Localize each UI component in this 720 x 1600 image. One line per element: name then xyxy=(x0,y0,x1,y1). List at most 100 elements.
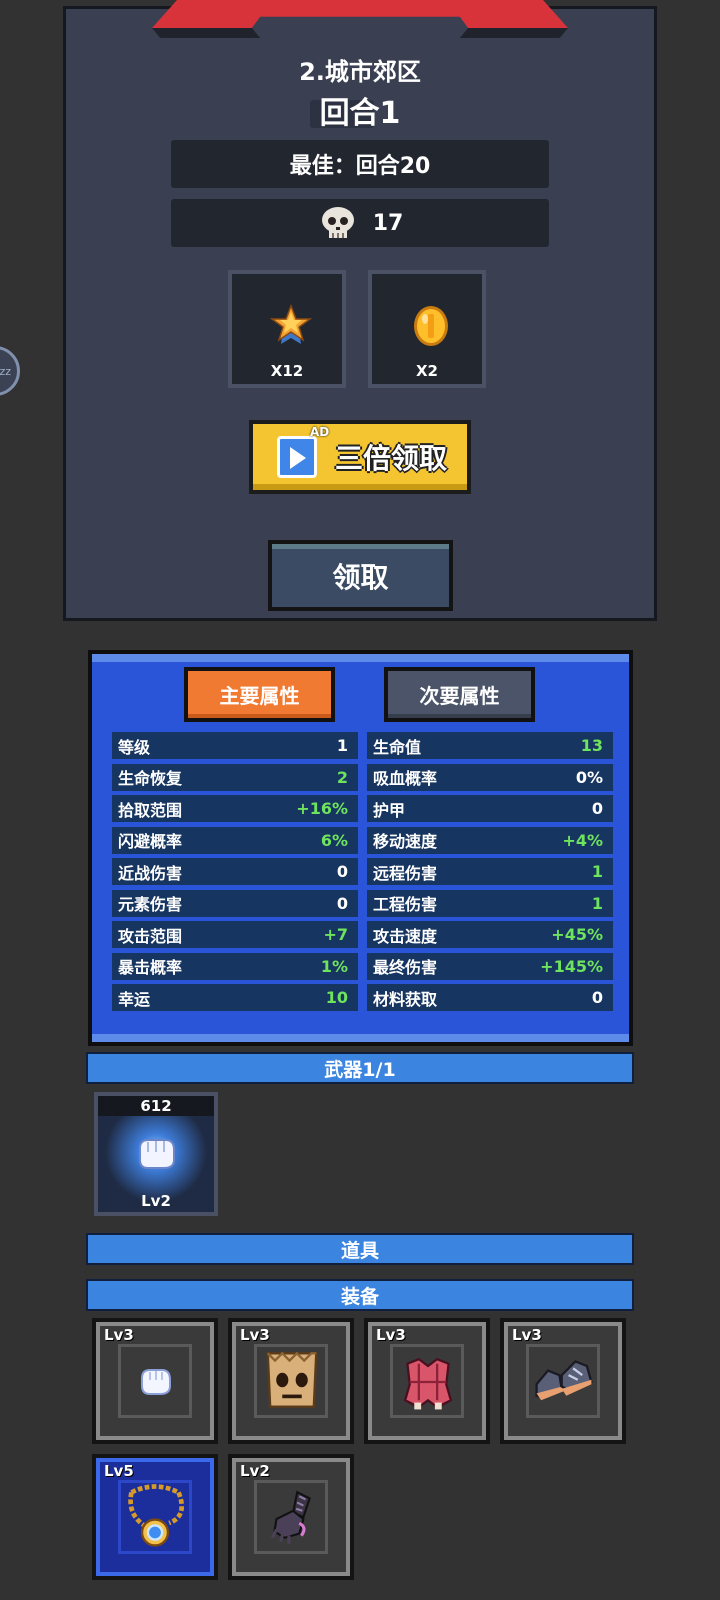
amulet-icon xyxy=(128,1484,185,1547)
stat-name: 吸血概率 xyxy=(373,769,438,788)
stat-row: 元素伤害 0 xyxy=(112,889,358,917)
video-ad-icon: AD xyxy=(277,425,329,478)
equipment-header-label: 装备 xyxy=(340,1285,379,1308)
gold-coin-icon xyxy=(414,306,448,346)
equipment-slot-mask[interactable]: Lv3 xyxy=(228,1318,354,1444)
stat-name: 元素伤害 xyxy=(118,895,183,914)
stat-row: 暴击概率 1% xyxy=(112,952,358,980)
star-medal-icon xyxy=(269,304,313,344)
stat-value: +4% xyxy=(562,830,603,850)
stat-value: +16% xyxy=(296,799,348,818)
stat-row: 幸运 10 xyxy=(112,984,358,1011)
reward-qty: X12 xyxy=(270,362,304,380)
equipment-slot-glove[interactable]: Lv3 xyxy=(92,1318,218,1444)
red-armor-icon xyxy=(403,1357,453,1410)
triple-claim-label: 三倍领取 xyxy=(335,442,448,475)
stat-name: 幸运 xyxy=(118,989,151,1009)
tab-secondary-attributes[interactable]: 次要属性 xyxy=(384,667,535,722)
stat-row: 远程伤害 1 xyxy=(367,858,613,885)
stat-value: 2 xyxy=(336,767,348,787)
stat-value: 1 xyxy=(336,736,348,755)
stat-row: 生命恢复 2 xyxy=(112,763,358,791)
stat-name: 工程伤害 xyxy=(373,895,438,914)
stat-row: 生命值 13 xyxy=(367,732,613,759)
items-header: 道具 xyxy=(86,1233,634,1265)
stat-name: 材料获取 xyxy=(373,989,438,1009)
ad-tag: AD xyxy=(310,425,330,439)
weapon-slot[interactable]: 612 Lv2 xyxy=(94,1092,218,1216)
floating-assist-button[interactable]: zz xyxy=(0,346,20,396)
stat-row: 拾取范围 +16% xyxy=(112,795,358,822)
equipment-slot-gauntlet[interactable]: Lv2 xyxy=(228,1454,354,1580)
stat-row: 近战伤害 0 xyxy=(112,858,358,885)
equipment-slot-armor[interactable]: Lv3 xyxy=(364,1318,490,1444)
stat-row: 护甲 0 xyxy=(367,795,613,822)
round-label: 回合1 xyxy=(319,96,401,131)
stat-name: 等级 xyxy=(118,737,151,757)
weapons-header: 武器1/1 xyxy=(86,1052,634,1084)
dark-gauntlet-icon xyxy=(270,1490,311,1544)
stat-value: +145% xyxy=(540,956,603,976)
stat-name: 移动速度 xyxy=(373,832,438,851)
reward-slot-coin: X2 xyxy=(368,270,486,388)
items-header-label: 道具 xyxy=(340,1239,379,1262)
equipment-slot-amulet[interactable]: Lv5 xyxy=(92,1454,218,1580)
stat-name: 护甲 xyxy=(373,800,406,820)
stat-value: 0 xyxy=(336,893,348,913)
stat-value: 6% xyxy=(320,830,348,850)
claim-button[interactable]: 领取 xyxy=(268,540,453,611)
stat-value: +45% xyxy=(551,925,603,944)
stat-name: 远程伤害 xyxy=(373,863,438,883)
equipment-level: Lv2 xyxy=(240,1462,270,1480)
equipment-header: 装备 xyxy=(86,1279,634,1311)
tab-label: 次要属性 xyxy=(419,684,500,708)
best-round-bar: 最佳：回合20 xyxy=(171,140,549,188)
stat-value: +7 xyxy=(323,925,348,944)
weapons-header-label: 武器1/1 xyxy=(324,1058,396,1081)
equipment-slot-shoes[interactable]: Lv3 xyxy=(500,1318,626,1444)
stat-name: 最终伤害 xyxy=(373,958,438,977)
equipment-level: Lv3 xyxy=(512,1326,542,1344)
tab-primary-attributes[interactable]: 主要属性 xyxy=(184,667,335,722)
stat-value: 10 xyxy=(325,988,348,1007)
stat-value: 1% xyxy=(320,956,348,976)
skull-icon xyxy=(317,205,359,241)
stat-row: 吸血概率 0% xyxy=(367,763,613,791)
triple-claim-ad-button[interactable]: AD 三倍领取 xyxy=(249,420,471,494)
weapon-level: Lv2 xyxy=(141,1192,171,1210)
stat-name: 拾取范围 xyxy=(118,800,183,820)
stat-value: 1 xyxy=(591,893,603,913)
stat-row: 材料获取 0 xyxy=(367,984,613,1011)
stat-value: 0% xyxy=(575,767,603,787)
stat-name: 生命值 xyxy=(373,737,422,757)
equipment-level: Lv3 xyxy=(104,1326,134,1344)
assist-bubble-text: zz xyxy=(0,364,11,378)
reward-qty: X2 xyxy=(415,362,438,380)
best-round-label: 最佳：回合20 xyxy=(289,154,431,179)
sneakers-icon xyxy=(535,1360,593,1401)
paper-bag-mask-icon xyxy=(266,1351,318,1408)
reward-slot-star: X12 xyxy=(228,270,346,388)
fist-icon xyxy=(139,1139,175,1169)
stat-value: 0 xyxy=(591,799,603,818)
stat-name: 攻击速度 xyxy=(373,926,438,946)
stat-row: 工程伤害 1 xyxy=(367,889,613,917)
play-icon xyxy=(290,447,306,469)
claim-label: 领取 xyxy=(332,560,389,594)
weapon-count: 612 xyxy=(98,1096,214,1116)
kill-count: 17 xyxy=(372,210,404,236)
equipment-level: Lv3 xyxy=(376,1326,406,1344)
stat-name: 近战伤害 xyxy=(118,863,183,883)
stats-panel-stripe xyxy=(92,654,629,662)
white-glove-icon xyxy=(141,1369,171,1395)
stats-panel-stripe xyxy=(92,1034,629,1042)
stat-row: 攻击范围 +7 xyxy=(112,921,358,948)
stat-name: 攻击范围 xyxy=(118,926,183,946)
stat-name: 闪避概率 xyxy=(118,832,183,851)
stat-name: 生命恢复 xyxy=(118,769,183,788)
stat-value: 0 xyxy=(336,862,348,881)
stat-row: 闪避概率 6% xyxy=(112,826,358,854)
stat-row: 攻击速度 +45% xyxy=(367,921,613,948)
stat-row: 最终伤害 +145% xyxy=(367,952,613,980)
equipment-level: Lv3 xyxy=(240,1326,270,1344)
